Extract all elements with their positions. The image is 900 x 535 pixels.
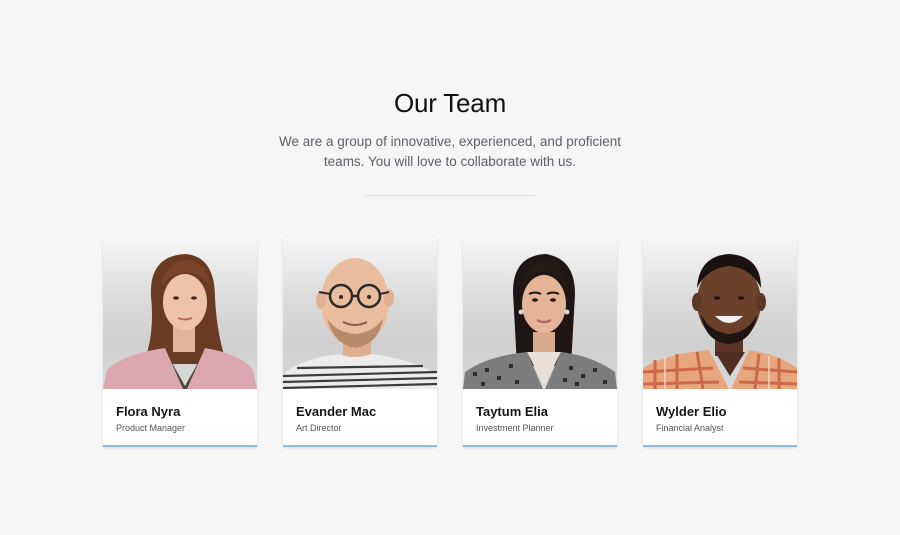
member-role: Product Manager bbox=[116, 423, 186, 433]
team-section: Our Team We are a group of innovative, e… bbox=[0, 0, 900, 535]
member-photo bbox=[283, 236, 437, 389]
subtitle-line-2: teams. You will love to collaborate with… bbox=[323, 154, 577, 169]
subtitle-line-1: We are a group of innovative, experience… bbox=[279, 134, 621, 149]
team-card-flora-nyra[interactable]: Flora Nyra Product Manager bbox=[103, 236, 257, 447]
member-role: Financial Analyst bbox=[656, 423, 724, 433]
member-role: Investment Planner bbox=[476, 423, 554, 433]
team-card-taytum-elia[interactable]: Taytum Elia Investment Planner bbox=[463, 236, 617, 447]
member-name: Wylder Elio bbox=[656, 404, 727, 419]
member-photo bbox=[463, 236, 617, 389]
team-card-wylder-elio[interactable]: Wylder Elio Financial Analyst bbox=[643, 236, 797, 447]
section-title: Our Team bbox=[393, 88, 507, 118]
member-photo bbox=[643, 236, 797, 389]
member-name: Flora Nyra bbox=[116, 404, 181, 419]
team-card-evander-mac[interactable]: Evander Mac Art Director bbox=[283, 236, 437, 447]
section-subtitle: We are a group of innovative, experience… bbox=[250, 132, 650, 172]
section-divider bbox=[365, 195, 535, 196]
team-cards: Flora Nyra Product Manager Evander Mac A… bbox=[103, 236, 797, 448]
member-photo bbox=[103, 236, 257, 389]
member-name: Evander Mac bbox=[296, 404, 377, 419]
member-role: Art Director bbox=[296, 423, 342, 433]
member-name: Taytum Elia bbox=[476, 404, 549, 419]
